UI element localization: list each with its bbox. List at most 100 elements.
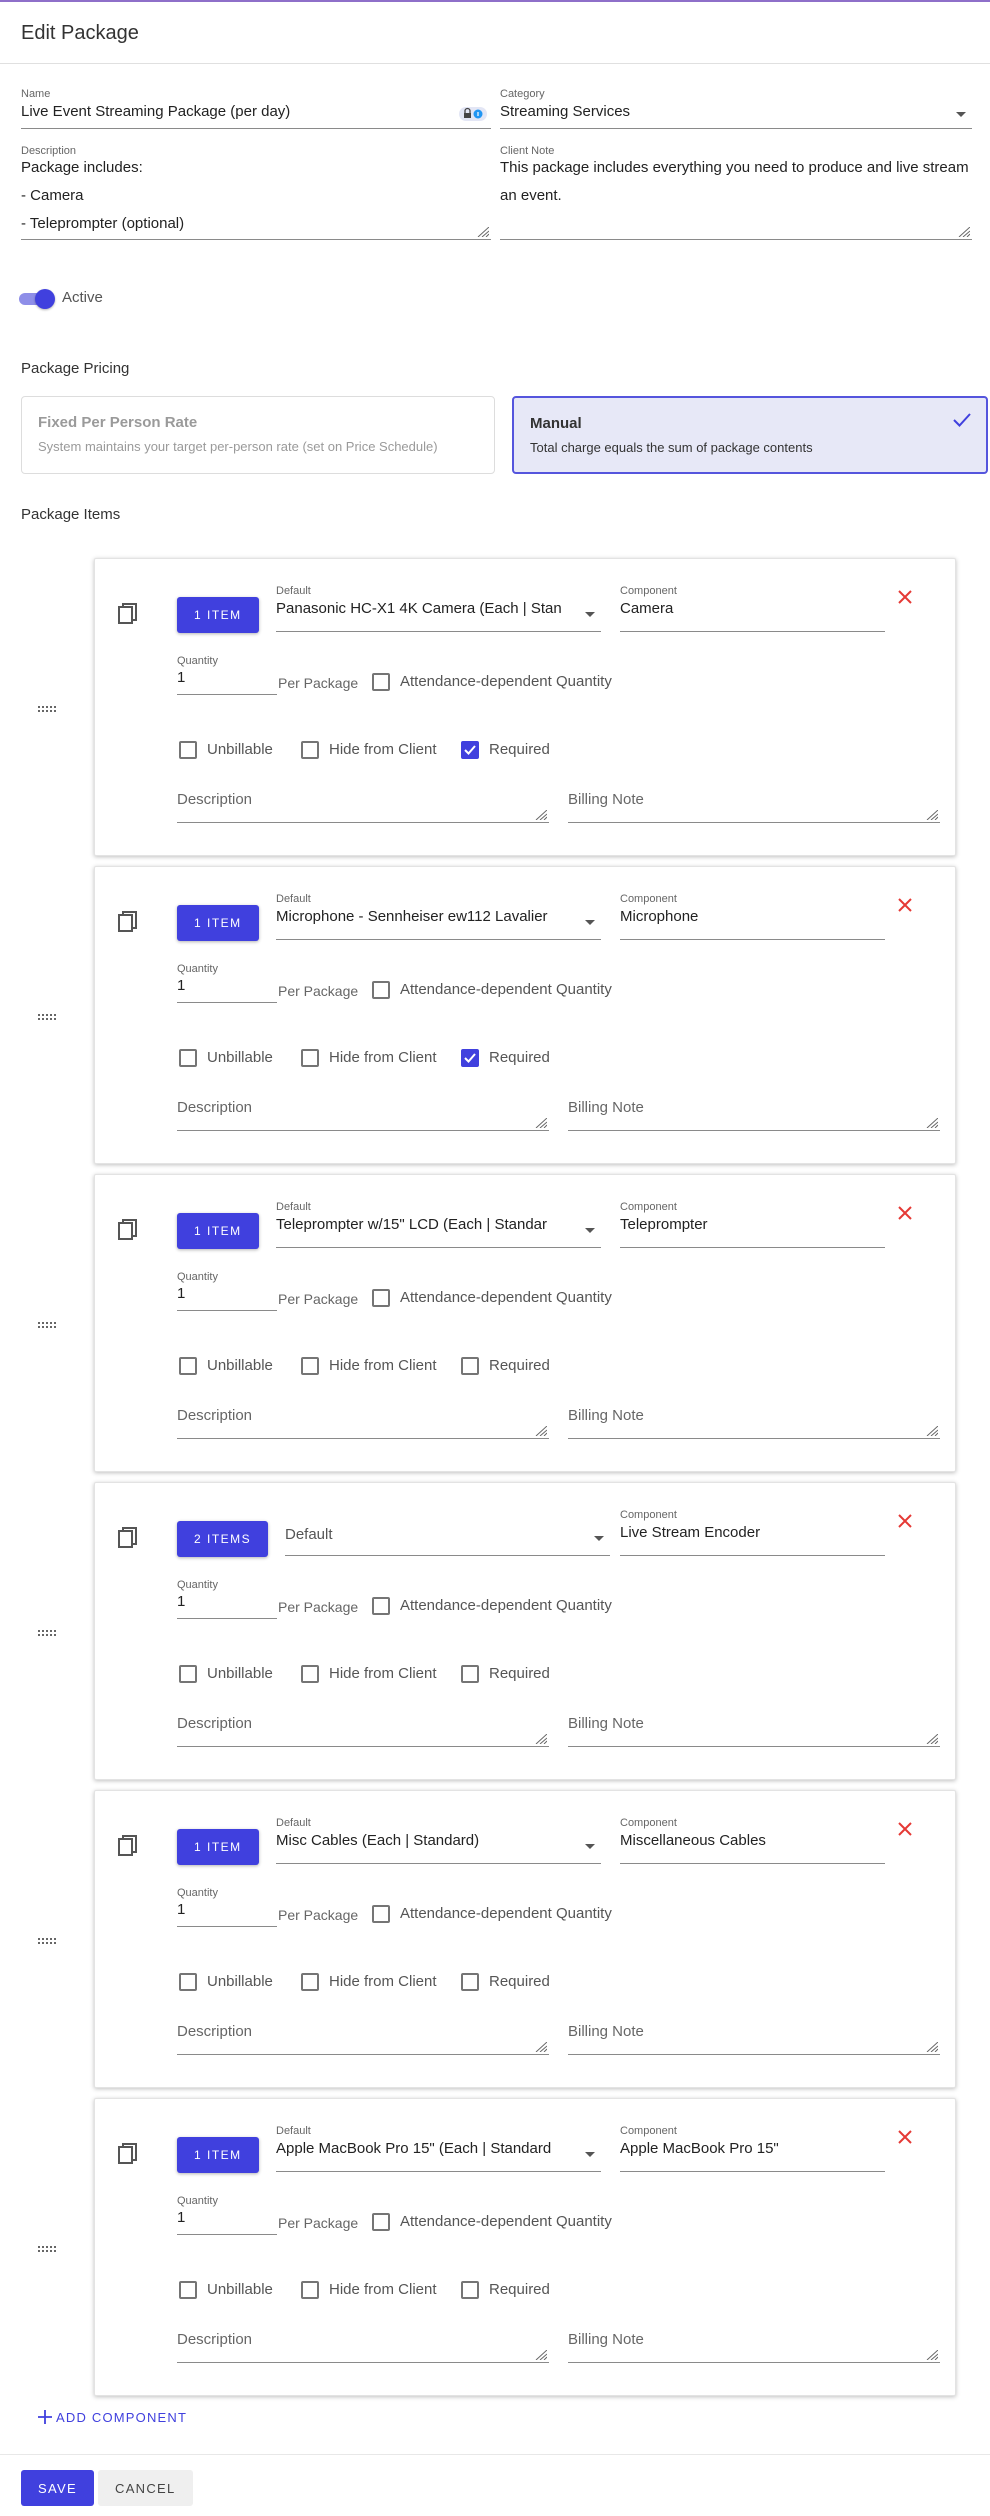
lock-info-icon[interactable]: [459, 106, 487, 122]
billing-note-textarea[interactable]: Billing Note: [568, 2023, 940, 2055]
quantity-input[interactable]: Quantity 1: [177, 2195, 277, 2235]
unbillable-checkbox[interactable]: [179, 1973, 197, 1991]
quantity-input[interactable]: Quantity 1: [177, 1887, 277, 1927]
unbillable-checkbox[interactable]: [179, 741, 197, 759]
drag-handle-icon[interactable]: [38, 1315, 60, 1328]
attendance-checkbox[interactable]: [372, 1289, 390, 1307]
pricing-option-manual[interactable]: Manual Total charge equals the sum of pa…: [512, 396, 988, 474]
close-icon[interactable]: [897, 589, 913, 605]
close-icon[interactable]: [897, 1513, 913, 1529]
cancel-button[interactable]: CANCEL: [98, 2470, 193, 2506]
attendance-checkbox[interactable]: [372, 981, 390, 999]
required-checkbox[interactable]: [461, 1357, 479, 1375]
default-select[interactable]: Default Panasonic HC-X1 4K Camera (Each …: [276, 585, 601, 632]
hide-from-client-checkbox[interactable]: [301, 741, 319, 759]
copy-icon[interactable]: [117, 1835, 139, 1859]
unbillable-checkbox[interactable]: [179, 1357, 197, 1375]
hide-from-client-checkbox[interactable]: [301, 2281, 319, 2299]
active-toggle[interactable]: [19, 288, 55, 309]
attendance-checkbox[interactable]: [372, 1905, 390, 1923]
copy-icon[interactable]: [117, 603, 139, 627]
close-icon[interactable]: [897, 2129, 913, 2145]
item-count-button[interactable]: 1 ITEM: [177, 1213, 259, 1249]
item-description-textarea[interactable]: Description: [177, 2331, 549, 2363]
resize-handle-icon[interactable]: [535, 810, 547, 820]
resize-handle-icon[interactable]: [926, 2350, 938, 2360]
attendance-checkbox[interactable]: [372, 2213, 390, 2231]
item-description-textarea[interactable]: Description: [177, 1407, 549, 1439]
hide-from-client-checkbox[interactable]: [301, 1665, 319, 1683]
resize-handle-icon[interactable]: [535, 2042, 547, 2052]
quantity-input[interactable]: Quantity 1: [177, 655, 277, 695]
item-description-textarea[interactable]: Description: [177, 791, 549, 823]
unbillable-checkbox[interactable]: [179, 1665, 197, 1683]
pricing-option-fixed[interactable]: Fixed Per Person Rate System maintains y…: [21, 396, 495, 474]
resize-handle-icon[interactable]: [926, 810, 938, 820]
attendance-checkbox[interactable]: [372, 1597, 390, 1615]
item-count-button[interactable]: 2 ITEMS: [177, 1521, 269, 1557]
component-field[interactable]: Component Apple MacBook Pro 15": [620, 2125, 885, 2172]
item-count-button[interactable]: 1 ITEM: [177, 905, 259, 941]
drag-handle-icon[interactable]: [38, 699, 60, 712]
required-checkbox[interactable]: [461, 1665, 479, 1683]
attendance-checkbox[interactable]: [372, 673, 390, 691]
default-select[interactable]: Default Teleprompter w/15" LCD (Each | S…: [276, 1201, 601, 1248]
name-field[interactable]: Name Live Event Streaming Package (per d…: [21, 88, 491, 129]
resize-handle-icon[interactable]: [535, 1734, 547, 1744]
quantity-input[interactable]: Quantity 1: [177, 1579, 277, 1619]
drag-handle-icon[interactable]: [38, 1623, 60, 1636]
add-component-button[interactable]: ADD COMPONENT: [38, 2410, 187, 2425]
copy-icon[interactable]: [117, 2143, 139, 2167]
resize-handle-icon[interactable]: [926, 2042, 938, 2052]
copy-icon[interactable]: [117, 1527, 139, 1551]
close-icon[interactable]: [897, 897, 913, 913]
copy-icon[interactable]: [117, 911, 139, 935]
resize-handle-icon[interactable]: [926, 1118, 938, 1128]
billing-note-textarea[interactable]: Billing Note: [568, 1715, 940, 1747]
required-checkbox[interactable]: [461, 2281, 479, 2299]
drag-handle-icon[interactable]: [38, 2239, 60, 2252]
drag-handle-icon[interactable]: [38, 1007, 60, 1020]
default-select[interactable]: Default Apple MacBook Pro 15" (Each | St…: [276, 2125, 601, 2172]
billing-note-textarea[interactable]: Billing Note: [568, 791, 940, 823]
category-select[interactable]: Category Streaming Services: [500, 88, 972, 129]
close-icon[interactable]: [897, 1821, 913, 1837]
default-select[interactable]: Default Microphone - Sennheiser ew112 La…: [276, 893, 601, 940]
resize-handle-icon[interactable]: [958, 227, 970, 237]
component-field[interactable]: Component Teleprompter: [620, 1201, 885, 1248]
component-field[interactable]: Component Camera: [620, 585, 885, 632]
component-field[interactable]: Component Live Stream Encoder: [620, 1509, 885, 1556]
quantity-input[interactable]: Quantity 1: [177, 963, 277, 1003]
close-icon[interactable]: [897, 1205, 913, 1221]
hide-from-client-checkbox[interactable]: [301, 1973, 319, 1991]
hide-from-client-checkbox[interactable]: [301, 1049, 319, 1067]
resize-handle-icon[interactable]: [926, 1426, 938, 1436]
item-description-textarea[interactable]: Description: [177, 1715, 549, 1747]
required-checkbox[interactable]: [461, 1049, 479, 1067]
item-description-textarea[interactable]: Description: [177, 2023, 549, 2055]
billing-note-textarea[interactable]: Billing Note: [568, 1407, 940, 1439]
unbillable-checkbox[interactable]: [179, 2281, 197, 2299]
client-note-textarea[interactable]: Client Note This package includes everyt…: [500, 145, 972, 240]
drag-handle-icon[interactable]: [38, 1931, 60, 1944]
resize-handle-icon[interactable]: [535, 1118, 547, 1128]
item-count-button[interactable]: 1 ITEM: [177, 1829, 259, 1865]
item-count-button[interactable]: 1 ITEM: [177, 597, 259, 633]
required-checkbox[interactable]: [461, 741, 479, 759]
resize-handle-icon[interactable]: [926, 1734, 938, 1744]
resize-handle-icon[interactable]: [535, 2350, 547, 2360]
item-description-textarea[interactable]: Description: [177, 1099, 549, 1131]
required-checkbox[interactable]: [461, 1973, 479, 1991]
billing-note-textarea[interactable]: Billing Note: [568, 1099, 940, 1131]
resize-handle-icon[interactable]: [535, 1426, 547, 1436]
save-button[interactable]: SAVE: [21, 2470, 94, 2506]
item-count-button[interactable]: 1 ITEM: [177, 2137, 259, 2173]
quantity-input[interactable]: Quantity 1: [177, 1271, 277, 1311]
component-field[interactable]: Component Microphone: [620, 893, 885, 940]
default-select[interactable]: Default: [285, 1509, 610, 1556]
resize-handle-icon[interactable]: [477, 227, 489, 237]
hide-from-client-checkbox[interactable]: [301, 1357, 319, 1375]
component-field[interactable]: Component Miscellaneous Cables: [620, 1817, 885, 1864]
description-textarea[interactable]: Description Package includes: - Camera -…: [21, 145, 491, 240]
billing-note-textarea[interactable]: Billing Note: [568, 2331, 940, 2363]
